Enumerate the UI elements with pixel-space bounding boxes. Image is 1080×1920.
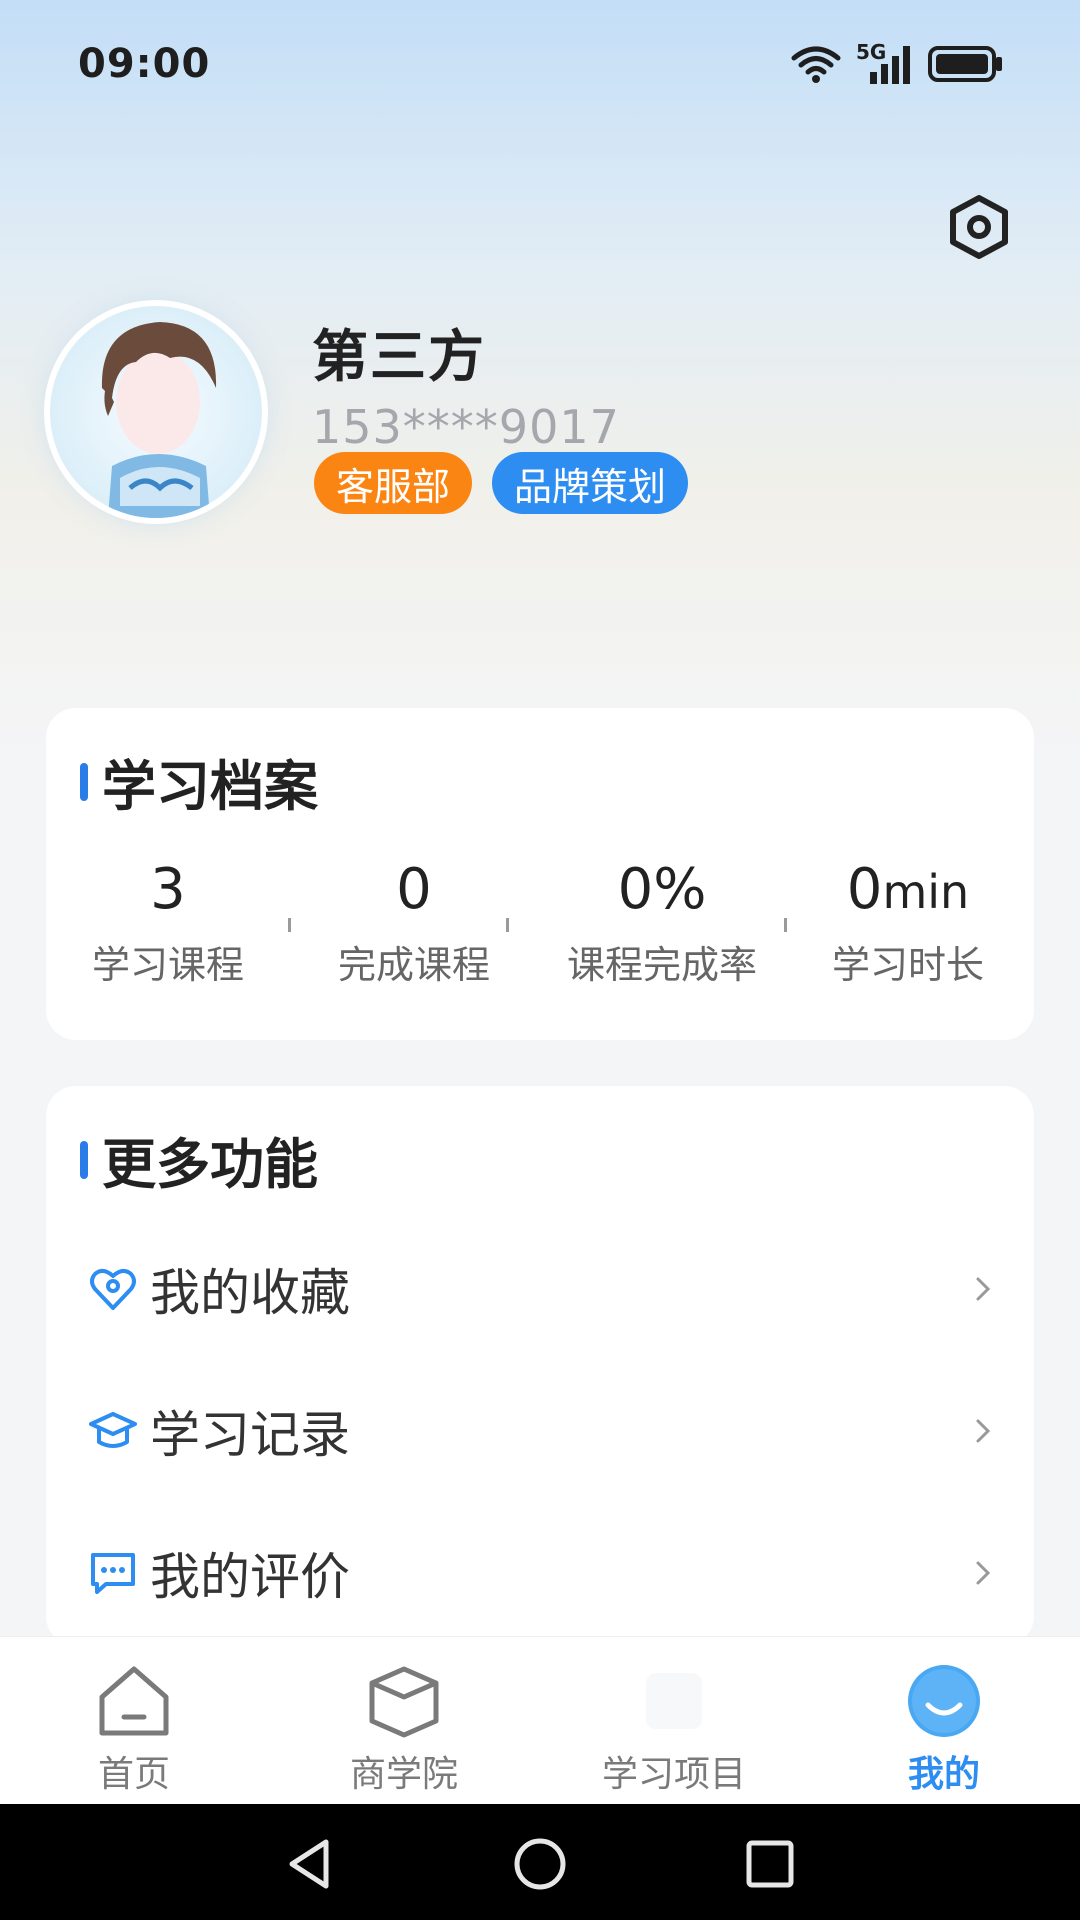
stat-divider (784, 918, 787, 932)
back-icon[interactable] (280, 1834, 340, 1894)
stat-completion-rate[interactable]: 0% 课程完成率 (552, 858, 772, 989)
academy-icon (369, 1666, 439, 1738)
heart-icon (90, 1269, 136, 1310)
section-marker (80, 762, 88, 801)
department-tag: 客服部 (314, 452, 473, 514)
tab-learning-projects[interactable]: 学习项目 (574, 1637, 774, 1805)
user-name: 第三方 (312, 325, 486, 390)
menu-item-label: 学习记录 (150, 1406, 350, 1464)
settings-hex-icon (950, 195, 1008, 259)
bottom-tab-bar: 首页 商学院 学习项目 我的 (0, 1636, 1080, 1804)
signal-icon: 5G (856, 40, 914, 86)
chevron-right-icon (976, 1419, 991, 1443)
menu-item-label: 我的评价 (150, 1548, 350, 1606)
status-time: 09:00 (78, 41, 211, 87)
status-icons: 5G (790, 40, 1004, 86)
comment-icon (91, 1553, 135, 1594)
learning-profile-title-text: 学习档案 (102, 755, 318, 818)
profile-smile-icon (908, 1665, 980, 1737)
stat-label: 课程完成率 (566, 943, 757, 987)
section-marker (80, 1140, 88, 1179)
avatar[interactable] (44, 300, 268, 524)
more-functions-title-text: 更多功能 (102, 1133, 318, 1196)
graduation-cap-icon (89, 1412, 137, 1448)
tab-label: 首页 (97, 1754, 170, 1795)
menu-item-favorites[interactable]: 我的收藏 (46, 1234, 1034, 1344)
learning-profile-card: 学习档案 3 学习课程 0 完成课程 0% 课程完成率 0min 学习时长 (46, 708, 1034, 1040)
menu-item-label: 我的收藏 (150, 1264, 350, 1322)
tab-label: 商学院 (349, 1754, 458, 1795)
tab-academy[interactable]: 商学院 (304, 1637, 504, 1805)
tab-home[interactable]: 首页 (34, 1637, 234, 1805)
menu-item-my-reviews[interactable]: 我的评价 (46, 1518, 1034, 1628)
avatar-illustration (50, 306, 262, 518)
chevron-right-icon (976, 1277, 991, 1301)
learning-profile-title: 学习档案 (80, 742, 318, 821)
more-functions-card: 更多功能 我的收藏 学习记录 我的评价 (46, 1086, 1034, 1646)
chevron-right-icon (976, 1561, 991, 1585)
stat-divider (506, 918, 509, 932)
stat-duration[interactable]: 0min 学习时长 (798, 858, 1018, 989)
stat-value: 3 (150, 857, 186, 922)
home-nav-icon[interactable] (510, 1834, 570, 1894)
recents-icon[interactable] (740, 1834, 800, 1894)
stat-label: 学习课程 (91, 943, 244, 987)
project-icon (646, 1673, 702, 1729)
user-tags: 客服部 品牌策划 (314, 452, 689, 514)
tab-label: 我的 (907, 1754, 980, 1795)
wifi-icon (791, 46, 841, 83)
stat-value: 0min (846, 857, 970, 922)
stat-value: 0 (396, 857, 432, 922)
stat-label: 完成课程 (337, 943, 490, 987)
menu-item-learning-record[interactable]: 学习记录 (46, 1376, 1034, 1486)
tab-mine[interactable]: 我的 (844, 1637, 1044, 1805)
stat-completed[interactable]: 0 完成课程 (304, 858, 524, 989)
status-bar: 09:00 5G (0, 0, 1080, 128)
settings-button[interactable] (944, 192, 1014, 262)
system-nav-bar (0, 1804, 1080, 1920)
battery-icon (928, 46, 1002, 82)
home-icon (99, 1666, 169, 1736)
stat-courses[interactable]: 3 学习课程 (58, 858, 278, 989)
user-phone: 153****9017 (312, 400, 620, 454)
position-tag: 品牌策划 (492, 452, 689, 514)
stat-label: 学习时长 (831, 943, 984, 987)
stat-divider (288, 918, 291, 932)
more-functions-title: 更多功能 (80, 1120, 318, 1199)
stat-value: 0% (617, 857, 707, 922)
tab-label: 学习项目 (601, 1754, 746, 1795)
